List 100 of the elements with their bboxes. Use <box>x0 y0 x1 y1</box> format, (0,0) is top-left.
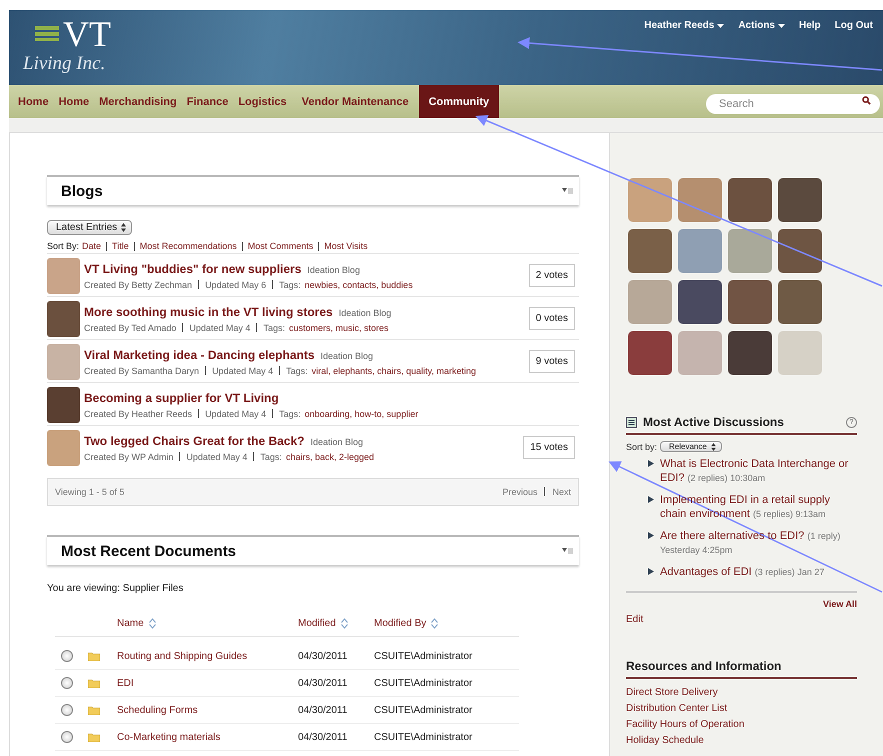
vote-count: 9 votes <box>528 350 575 373</box>
section-title: Resources and Information <box>626 659 782 673</box>
entry-updated: Updated May 4 <box>186 452 248 462</box>
sort-icon <box>340 618 348 628</box>
sort-link[interactable]: Most Recommendations <box>140 241 237 251</box>
resource-link[interactable]: Holiday Schedule <box>626 735 857 746</box>
blog-entry-title[interactable]: More soothing music in the VT living stores <box>84 304 333 318</box>
nav-tab[interactable]: Home <box>54 85 94 118</box>
row-radio[interactable] <box>61 677 73 689</box>
row-radio[interactable] <box>61 731 73 743</box>
discussion-link[interactable]: Advantages of EDI (3 replies) Jan 27 <box>660 565 850 579</box>
column-header[interactable]: Name <box>117 618 298 628</box>
panel-title: Most Recent Documents <box>61 542 236 560</box>
panel-title: Blogs <box>61 182 103 200</box>
stepper-arrows-icon <box>121 223 126 232</box>
stepper-arrows-icon <box>710 442 716 450</box>
nav-tab[interactable]: Merchandising <box>94 85 182 118</box>
tag-links[interactable]: newbies, contacts, buddies <box>304 280 413 290</box>
tags-label: Tags: <box>263 322 285 332</box>
blog-entry-title[interactable]: Two legged Chairs Great for the Back? <box>84 434 304 448</box>
photo-placeholder <box>628 229 672 273</box>
resource-link[interactable]: Facility Hours of Operation <box>626 719 857 730</box>
photo-placeholder <box>678 331 722 375</box>
user-menu-link[interactable]: Actions <box>738 20 785 31</box>
avatar-placeholder <box>47 430 80 466</box>
sort-link[interactable]: Date <box>82 241 102 251</box>
discussion-link[interactable]: Implementing EDI in a retail supply chain environment (5 replies) 9:13am <box>660 493 850 521</box>
resource-link[interactable]: Distribution Center List <box>626 703 857 714</box>
column-header[interactable]: Modified <box>298 618 374 628</box>
search-icon[interactable] <box>862 96 871 105</box>
blog-name: Ideation Blog <box>310 436 364 446</box>
photo-placeholder <box>678 280 722 324</box>
blog-entry-title[interactable]: Viral Marketing idea - Dancing elephants <box>84 348 315 362</box>
blog-entry-title[interactable]: VT Living "buddies" for new suppliers <box>84 262 302 276</box>
document-link[interactable]: Routing and Shipping Guides <box>117 650 298 662</box>
discussion-link[interactable]: What is Electronic Data Interchange or EDI? (2 replies) 10:30am <box>660 457 850 485</box>
entries-dropdown[interactable]: Latest Entries <box>47 220 132 235</box>
blog-entry-title[interactable]: Becoming a supplier for VT Living <box>84 390 279 404</box>
tag-links[interactable]: onboarding, how-to, supplier <box>304 408 418 418</box>
pager-link[interactable]: Previous <box>502 487 538 497</box>
viewing-count: Viewing 1 - 5 of 5 <box>55 487 124 497</box>
photo-placeholder <box>728 280 772 324</box>
sort-link[interactable]: Most Comments <box>248 241 314 251</box>
photo-placeholder <box>628 280 672 324</box>
sort-link[interactable]: Most Visits <box>324 241 368 251</box>
nav-tab[interactable]: Home <box>13 85 54 118</box>
row-radio[interactable] <box>61 650 73 662</box>
avatar-placeholder <box>47 300 80 336</box>
tag-links[interactable]: chairs, back, 2-legged <box>286 452 374 462</box>
photo-placeholder <box>678 178 722 222</box>
caret-icon <box>778 24 785 28</box>
discussion-link[interactable]: Are there alternatives to EDI? (1 reply) Yesterday 4:25pm <box>660 529 850 557</box>
entry-author: Created By Samantha Daryn <box>84 366 200 376</box>
document-link[interactable]: EDI <box>117 678 298 688</box>
photo-placeholder <box>628 178 672 222</box>
bullet-icon <box>648 496 654 503</box>
nav-tab[interactable]: Finance <box>182 85 234 118</box>
photo-placeholder <box>778 229 822 273</box>
pager-link[interactable]: Next <box>552 487 571 497</box>
user-menu-link[interactable]: Heather Reeds <box>644 20 724 31</box>
column-header[interactable]: Modified By <box>374 618 519 628</box>
panel-menu-icon[interactable] <box>562 548 573 554</box>
nav-tab[interactable]: Vendor Maintenance <box>292 85 419 118</box>
document-link[interactable]: Scheduling Forms <box>117 704 298 716</box>
sort-icon <box>148 618 156 628</box>
tag-links[interactable]: customers, music, stores <box>288 322 388 332</box>
search-field[interactable]: Search <box>706 94 880 114</box>
folder-icon <box>88 732 100 742</box>
tags-label: Tags: <box>260 452 282 462</box>
photo-placeholder <box>778 331 822 375</box>
logo-mark: VT <box>62 15 112 53</box>
user-menu-link[interactable]: Help <box>799 20 821 31</box>
entry-updated: Updated May 4 <box>205 408 266 418</box>
avatar-placeholder <box>47 386 80 422</box>
user-menu-link[interactable]: Log Out <box>834 20 873 31</box>
nav-tab[interactable]: Community <box>418 85 500 118</box>
folder-location: You are viewing: Supplier Files <box>47 583 184 594</box>
document-link[interactable]: Co-Marketing materials <box>117 732 298 742</box>
blog-name: Ideation Blog <box>307 264 360 274</box>
row-radio[interactable] <box>61 704 73 716</box>
tags-label: Tags: <box>286 366 308 376</box>
modified-date: 04/30/2011 <box>298 732 348 742</box>
avatar-placeholder <box>47 258 80 294</box>
photo-placeholder <box>678 229 722 273</box>
view-all-link[interactable]: View All <box>822 599 857 609</box>
tag-links[interactable]: viral, elephants, chairs, quality, marketing <box>312 366 476 376</box>
modified-date: 04/30/2011 <box>298 704 348 716</box>
edit-link[interactable]: Edit <box>626 614 644 625</box>
entry-updated: Updated May 6 <box>205 280 266 290</box>
nav-tab[interactable]: Logistics <box>233 85 292 118</box>
sort-dropdown[interactable]: Relevance <box>660 441 722 452</box>
modified-by: CSUITE\Administrator <box>374 678 474 688</box>
avatar-placeholder <box>47 344 80 380</box>
entry-author: Created By Heather Reeds <box>84 408 192 418</box>
photo-placeholder <box>628 331 672 375</box>
resource-link[interactable]: Direct Store Delivery <box>626 687 857 698</box>
panel-menu-icon[interactable] <box>562 188 573 194</box>
entry-updated: Updated May 4 <box>189 322 250 332</box>
sort-link[interactable]: Title <box>112 241 129 251</box>
vote-count: 2 votes <box>528 264 575 287</box>
